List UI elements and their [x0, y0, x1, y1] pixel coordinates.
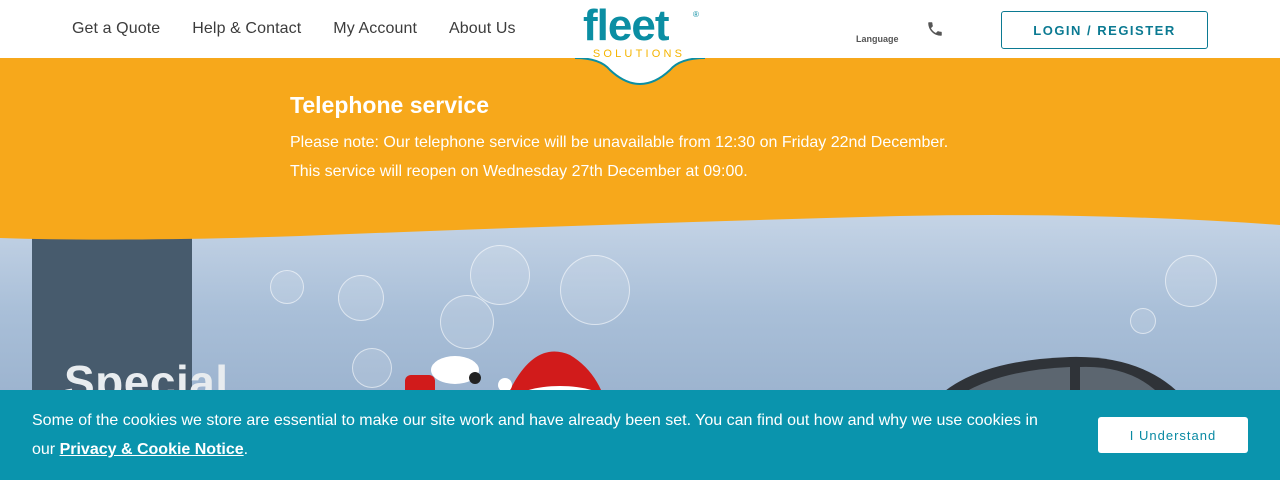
bokeh-decoration	[560, 255, 630, 325]
nav-about-us[interactable]: About Us	[449, 20, 516, 38]
privacy-cookie-link[interactable]: Privacy & Cookie Notice	[60, 441, 244, 458]
login-register-button[interactable]: LOGIN / REGISTER	[1001, 11, 1208, 49]
language-selector[interactable]: Language	[856, 34, 899, 44]
bokeh-decoration	[1130, 308, 1156, 334]
notice-text: Please note: Our telephone service will …	[290, 134, 949, 180]
notice-title: Telephone service	[290, 92, 489, 118]
bokeh-decoration	[338, 275, 384, 321]
cookie-message: Some of the cookies we store are essenti…	[32, 406, 1062, 464]
cookie-text-end: .	[243, 441, 249, 458]
logo-wordmark: fleet	[583, 1, 669, 50]
logo-mark: ®	[693, 10, 699, 19]
nav-help-contact[interactable]: Help & Contact	[192, 20, 301, 38]
i-understand-button[interactable]: I Understand	[1098, 417, 1248, 453]
nav-my-account[interactable]: My Account	[333, 20, 417, 38]
cookie-banner: Some of the cookies we store are essenti…	[0, 390, 1280, 480]
logo-subtitle: SOLUTIONS	[592, 48, 686, 60]
bokeh-decoration	[352, 348, 392, 388]
fleet-solutions-logo[interactable]: fleet ® SOLUTIONS	[550, 0, 730, 84]
main-nav: Get a Quote Help & Contact My Account Ab…	[72, 0, 516, 58]
bokeh-decoration	[1165, 255, 1217, 307]
bokeh-decoration	[470, 245, 530, 305]
nav-get-a-quote[interactable]: Get a Quote	[72, 20, 160, 38]
bokeh-decoration	[270, 270, 304, 304]
phone-icon[interactable]	[926, 20, 944, 38]
